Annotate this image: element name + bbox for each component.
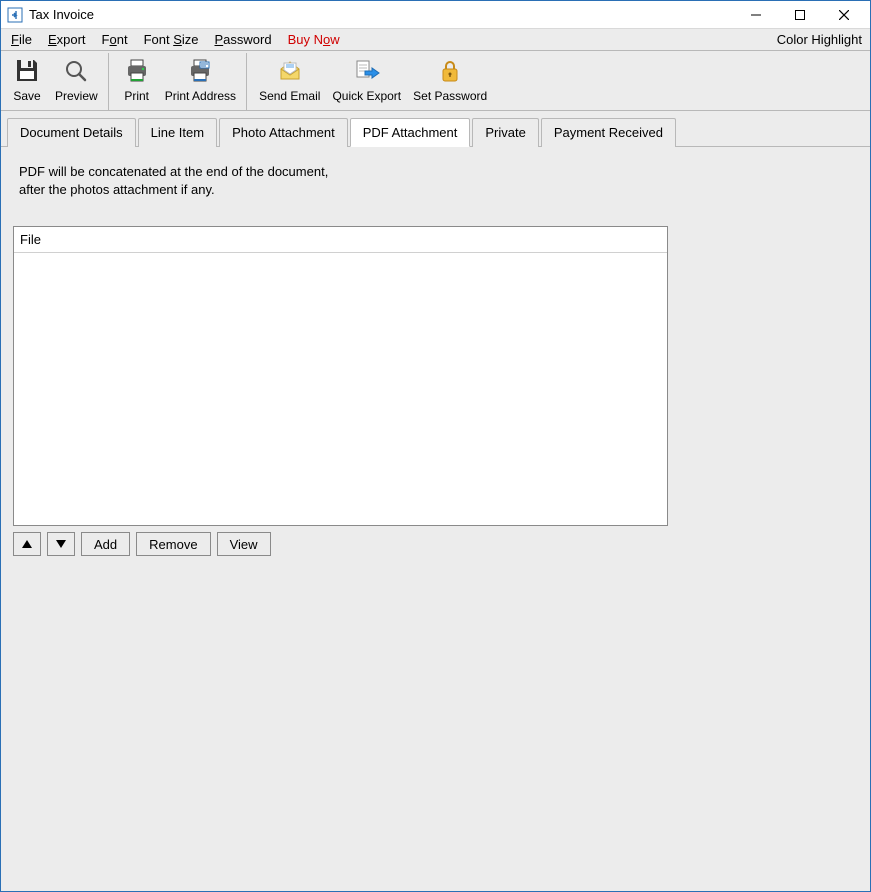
print-button[interactable]: Print: [115, 53, 159, 110]
triangle-up-icon: [21, 538, 33, 550]
printer-label-icon: [186, 57, 214, 85]
save-label: Save: [13, 89, 40, 103]
menu-color-highlight[interactable]: Color Highlight: [771, 30, 868, 49]
send-email-button[interactable]: Send Email: [253, 53, 326, 110]
file-table-body[interactable]: [14, 253, 667, 525]
print-address-label: Print Address: [165, 89, 236, 103]
tab-payment-received[interactable]: Payment Received: [541, 118, 676, 147]
print-label: Print: [124, 89, 149, 103]
file-column-header: File: [20, 232, 41, 247]
tab-content: PDF will be concatenated at the end of t…: [1, 147, 870, 891]
move-up-button[interactable]: [13, 532, 41, 556]
window-title: Tax Invoice: [29, 7, 94, 22]
file-table-buttons: Add Remove View: [13, 532, 858, 556]
remove-button[interactable]: Remove: [136, 532, 210, 556]
menubar: File Export Font Font Size Password Buy …: [1, 29, 870, 51]
lock-icon: [436, 57, 464, 85]
tab-line-item[interactable]: Line Item: [138, 118, 217, 147]
tab-pdf-attachment[interactable]: PDF Attachment: [350, 118, 471, 147]
pdf-info-line-2: after the photos attachment if any.: [19, 181, 858, 199]
quick-export-button[interactable]: Quick Export: [326, 53, 407, 110]
minimize-button[interactable]: [734, 1, 778, 29]
menu-password[interactable]: Password: [207, 30, 280, 49]
close-button[interactable]: [822, 1, 866, 29]
menu-font[interactable]: Font: [94, 30, 136, 49]
save-button[interactable]: Save: [5, 53, 49, 110]
titlebar: Tax Invoice: [1, 1, 870, 29]
toolbar-group-1: Save Preview: [5, 53, 109, 110]
move-down-button[interactable]: [47, 532, 75, 556]
print-address-button[interactable]: Print Address: [159, 53, 242, 110]
preview-label: Preview: [55, 89, 98, 103]
app-icon: [7, 7, 23, 23]
toolbar: Save Preview: [1, 51, 870, 111]
view-button[interactable]: View: [217, 532, 271, 556]
file-table[interactable]: File: [13, 226, 668, 526]
tab-photo-attachment[interactable]: Photo Attachment: [219, 118, 348, 147]
tab-private[interactable]: Private: [472, 118, 538, 147]
maximize-button[interactable]: [778, 1, 822, 29]
set-password-button[interactable]: Set Password: [407, 53, 493, 110]
envelope-icon: [276, 57, 304, 85]
pdf-info-line-1: PDF will be concatenated at the end of t…: [19, 163, 858, 181]
triangle-down-icon: [55, 538, 67, 550]
file-table-header[interactable]: File: [14, 227, 667, 253]
printer-icon: [123, 57, 151, 85]
preview-button[interactable]: Preview: [49, 53, 104, 110]
menu-file[interactable]: File: [3, 30, 40, 49]
menu-font-size[interactable]: Font Size: [136, 30, 207, 49]
magnifier-icon: [62, 57, 90, 85]
tab-document-details[interactable]: Document Details: [7, 118, 136, 147]
tabs: Document Details Line Item Photo Attachm…: [1, 111, 870, 147]
menu-export[interactable]: Export: [40, 30, 94, 49]
menu-buy-now[interactable]: Buy Now: [280, 30, 348, 49]
toolbar-group-3: Send Email Quick Export: [253, 53, 497, 110]
pdf-info-text: PDF will be concatenated at the end of t…: [19, 163, 858, 198]
set-password-label: Set Password: [413, 89, 487, 103]
quick-export-label: Quick Export: [332, 89, 401, 103]
floppy-icon: [13, 57, 41, 85]
toolbar-group-2: Print Print Address: [115, 53, 247, 110]
add-button[interactable]: Add: [81, 532, 130, 556]
send-email-label: Send Email: [259, 89, 320, 103]
export-arrow-icon: [353, 57, 381, 85]
window: Tax Invoice File Export Font Font Size P…: [0, 0, 871, 892]
